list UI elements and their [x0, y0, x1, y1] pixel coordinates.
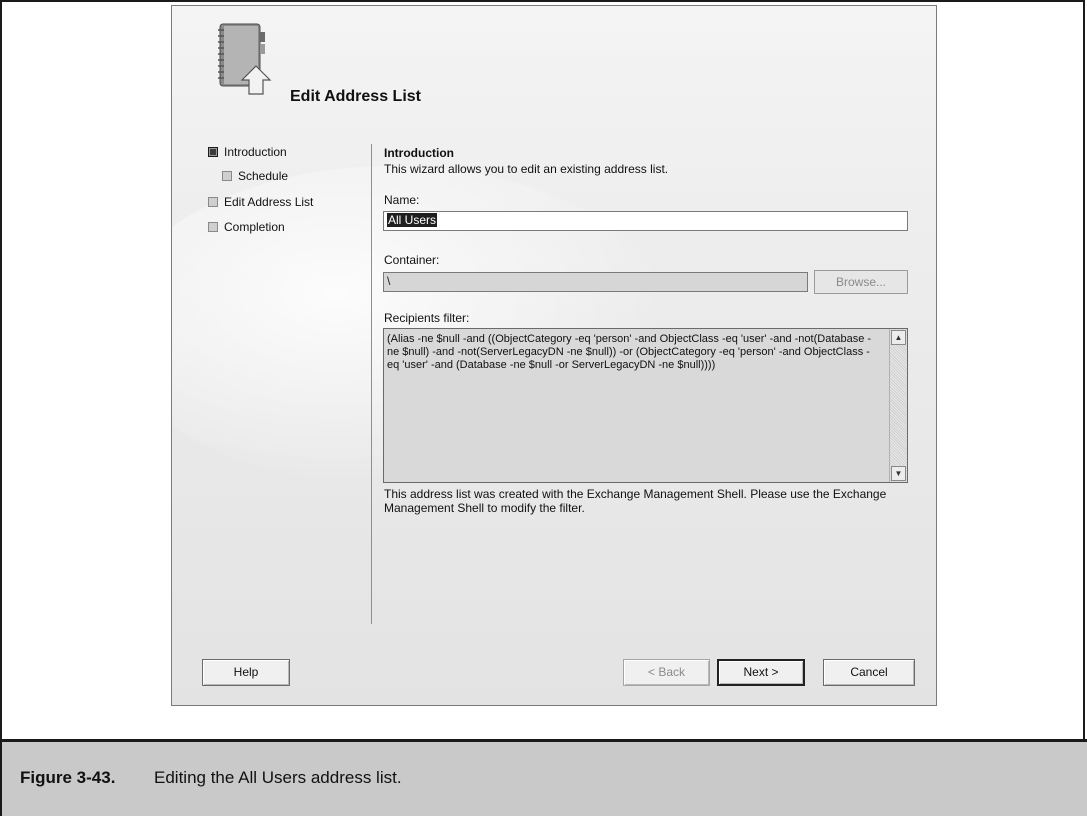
nav-item-label: Schedule	[238, 169, 289, 183]
cancel-button[interactable]: Cancel	[823, 659, 915, 686]
nav-box-icon	[222, 171, 232, 181]
figure-caption: Editing the All Users address list.	[154, 768, 402, 787]
filter-note: This address list was created with the E…	[384, 487, 887, 515]
nav-item-completion[interactable]: Completion	[208, 220, 285, 234]
content-heading: Introduction	[384, 146, 454, 160]
nav-item-introduction[interactable]: Introduction	[208, 145, 287, 159]
nav-box-icon	[208, 197, 218, 207]
nav-item-schedule[interactable]: Schedule	[222, 169, 288, 183]
figure-number: Figure 3-43.	[20, 768, 116, 787]
recipients-filter-textarea[interactable]: (Alias -ne $null -and ((ObjectCategory -…	[383, 328, 908, 483]
nav-item-edit-address-list[interactable]: Edit Address List	[208, 195, 313, 209]
browse-button[interactable]: Browse...	[814, 270, 908, 294]
scroll-down-arrow-icon[interactable]: ▼	[891, 466, 906, 481]
edit-address-list-wizard: Edit Address List Introduction Schedule …	[171, 5, 937, 706]
content-description: This wizard allows you to edit an existi…	[384, 162, 669, 176]
nav-box-icon	[208, 222, 218, 232]
nav-divider	[371, 144, 372, 624]
nav-item-label: Completion	[224, 220, 285, 234]
figure-caption-bar: Figure 3-43. Editing the All Users addre…	[0, 739, 1087, 816]
nav-active-box-icon	[208, 147, 218, 157]
recipients-filter-label: Recipients filter:	[384, 311, 470, 325]
nav-item-label: Edit Address List	[224, 195, 314, 209]
filter-scrollbar[interactable]: ▲ ▼	[889, 329, 907, 482]
name-input-value: All Users	[387, 213, 438, 227]
name-label: Name:	[384, 193, 420, 207]
nav-item-label: Introduction	[224, 145, 287, 159]
dialog-title: Edit Address List	[290, 88, 421, 105]
container-label: Container:	[384, 253, 440, 267]
address-book-icon	[218, 23, 272, 95]
recipients-filter-text: (Alias -ne $null -and ((ObjectCategory -…	[387, 333, 872, 371]
help-button[interactable]: Help	[202, 659, 290, 686]
scroll-up-arrow-icon[interactable]: ▲	[891, 330, 906, 345]
back-button[interactable]: < Back	[623, 659, 710, 686]
container-input[interactable]: \	[383, 272, 808, 292]
next-button[interactable]: Next >	[717, 659, 805, 686]
name-input[interactable]: All Users	[383, 211, 908, 231]
